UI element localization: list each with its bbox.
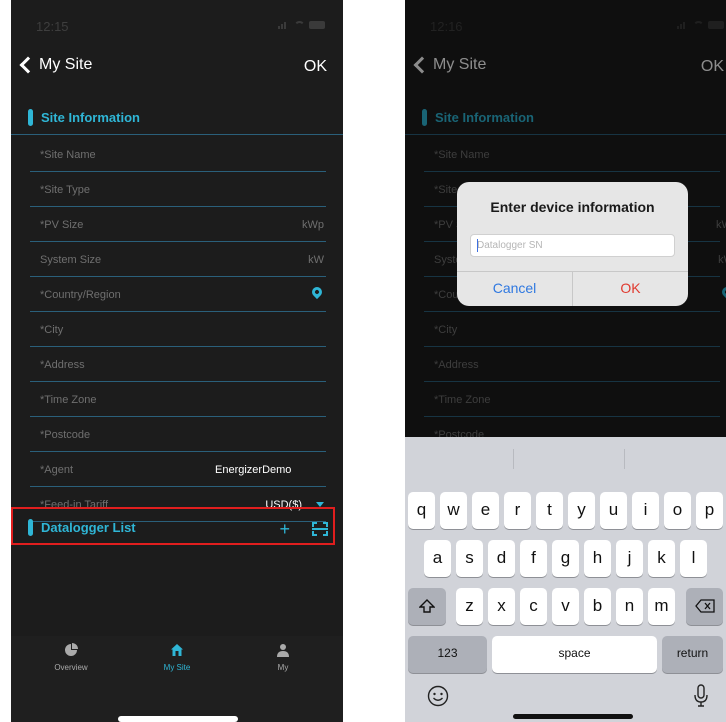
site-information-header: Site Information <box>11 101 343 135</box>
key-n[interactable]: n <box>616 588 643 625</box>
wifi-icon <box>294 21 305 29</box>
city-field[interactable]: *City <box>30 312 326 347</box>
site-name-field[interactable]: *Site Name <box>30 137 326 172</box>
key-j[interactable]: j <box>616 540 643 577</box>
key-o[interactable]: o <box>664 492 691 529</box>
time-zone-field[interactable]: *Time Zone <box>30 382 326 417</box>
dialog-title: Enter device information <box>490 199 655 215</box>
space-key[interactable]: space <box>492 636 657 673</box>
key-i[interactable]: i <box>632 492 659 529</box>
key-c[interactable]: c <box>520 588 547 625</box>
tab-label: Overview <box>54 663 88 672</box>
device-info-screen: 12:16 My Site OK Site Information *Site … <box>405 0 726 722</box>
key-l[interactable]: l <box>680 540 707 577</box>
country-region-field[interactable]: *Country/Region <box>30 277 326 312</box>
key-y[interactable]: y <box>568 492 595 529</box>
key-s[interactable]: s <box>456 540 483 577</box>
emoji-icon[interactable] <box>427 685 449 712</box>
keyboard: q w e r t y u i o p a s d f g h j k l z … <box>405 437 726 722</box>
home-indicator <box>118 716 238 722</box>
key-m[interactable]: m <box>648 588 675 625</box>
numbers-key[interactable]: 123 <box>408 636 487 673</box>
field-value: EnergizerDemo <box>215 464 292 476</box>
key-k[interactable]: k <box>648 540 675 577</box>
shift-icon <box>418 599 436 613</box>
field-label: *Address <box>40 359 85 371</box>
key-r[interactable]: r <box>504 492 531 529</box>
field-label: *Country/Region <box>40 289 121 301</box>
backspace-icon <box>694 599 715 613</box>
ok-button[interactable]: OK <box>304 58 327 76</box>
text-cursor <box>477 239 478 252</box>
address-field[interactable]: *Address <box>30 347 326 382</box>
highlight-box <box>11 507 335 545</box>
key-w[interactable]: w <box>440 492 467 529</box>
status-icons <box>278 21 325 29</box>
dialog-ok-button[interactable]: OK <box>573 271 688 306</box>
key-v[interactable]: v <box>552 588 579 625</box>
shift-key[interactable] <box>408 588 446 625</box>
key-a[interactable]: a <box>424 540 451 577</box>
postcode-field[interactable]: *Postcode <box>30 417 326 452</box>
datalogger-sn-input[interactable] <box>470 234 675 257</box>
status-time: 12:15 <box>36 19 69 34</box>
field-label: *Agent <box>40 464 74 476</box>
tab-my-site[interactable]: My Site <box>137 636 217 672</box>
tab-overview[interactable]: Overview <box>31 636 111 672</box>
tab-label: My Site <box>163 663 191 672</box>
backspace-key[interactable] <box>686 588 723 625</box>
nav-bar: My Site OK <box>11 52 343 84</box>
location-pin-icon[interactable] <box>309 284 325 300</box>
chevron-left-icon <box>19 56 37 74</box>
field-unit: kWp <box>302 219 324 231</box>
section-title: Site Information <box>41 110 140 125</box>
field-label: *PV Size <box>40 219 84 231</box>
prediction-bar <box>405 437 726 479</box>
back-button[interactable]: My Site <box>18 56 92 74</box>
key-b[interactable]: b <box>584 588 611 625</box>
tab-label: My <box>277 663 289 672</box>
site-form-screen: 12:15 My Site OK Site Information *Site … <box>11 0 343 722</box>
key-z[interactable]: z <box>456 588 483 625</box>
key-q[interactable]: q <box>408 492 435 529</box>
battery-icon <box>309 21 325 29</box>
key-d[interactable]: d <box>488 540 515 577</box>
cancel-button[interactable]: Cancel <box>457 271 572 306</box>
signal-icon <box>278 21 290 29</box>
home-icon <box>137 640 217 660</box>
field-label: *City <box>40 324 64 336</box>
key-t[interactable]: t <box>536 492 563 529</box>
return-key[interactable]: return <box>662 636 723 673</box>
section-marker <box>28 109 33 126</box>
status-bar: 12:15 <box>11 0 343 44</box>
microphone-icon[interactable] <box>693 684 709 713</box>
nav-title: My Site <box>39 56 93 73</box>
agent-field[interactable]: *Agent EnergizerDemo <box>30 452 326 487</box>
key-g[interactable]: g <box>552 540 579 577</box>
key-u[interactable]: u <box>600 492 627 529</box>
field-label: *Site Type <box>40 184 90 196</box>
key-x[interactable]: x <box>488 588 515 625</box>
field-label: *Postcode <box>40 429 91 441</box>
field-unit: kW <box>308 254 324 266</box>
device-info-dialog: Enter device information Cancel OK <box>457 182 688 306</box>
site-type-field[interactable]: *Site Type <box>30 172 326 207</box>
pie-chart-icon <box>31 640 111 660</box>
tab-my[interactable]: My <box>243 636 323 672</box>
pv-size-field[interactable]: *PV Size kWp <box>30 207 326 242</box>
key-f[interactable]: f <box>520 540 547 577</box>
key-p[interactable]: p <box>696 492 723 529</box>
tab-bar: Overview My Site My <box>11 636 343 722</box>
key-e[interactable]: e <box>472 492 499 529</box>
field-label: *Time Zone <box>40 394 97 406</box>
system-size-field[interactable]: System Size kW <box>30 242 326 277</box>
home-indicator <box>513 714 633 719</box>
person-icon <box>243 640 323 660</box>
field-label: *Site Name <box>40 149 96 161</box>
key-h[interactable]: h <box>584 540 611 577</box>
field-label: System Size <box>40 254 102 266</box>
